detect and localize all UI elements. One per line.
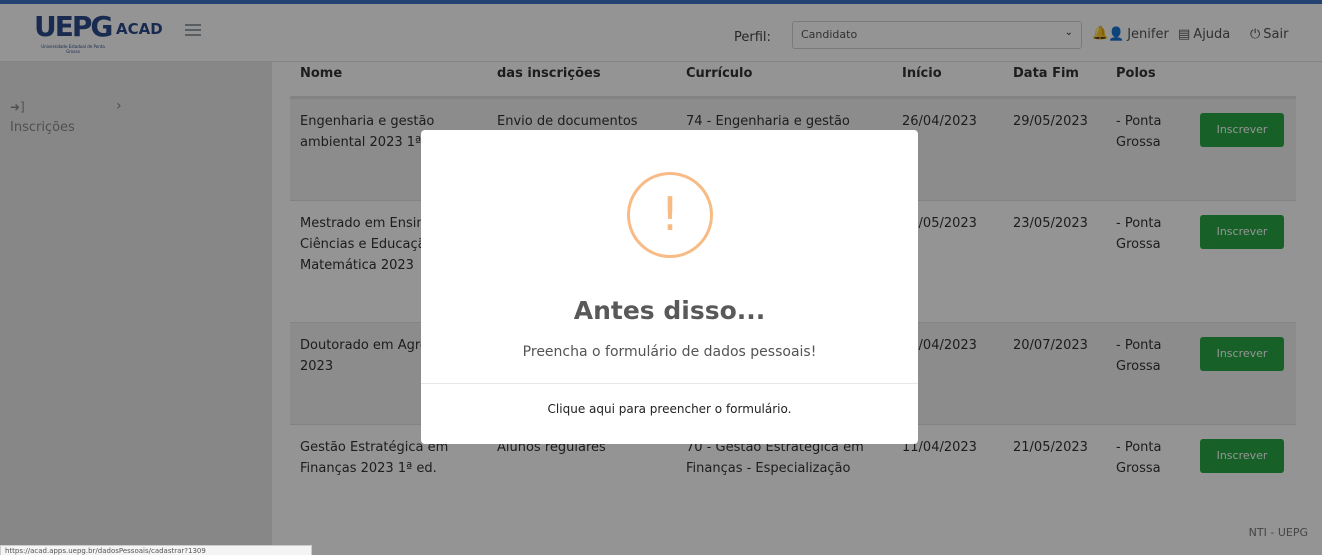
- warning-dialog: ! Antes disso... Preencha o formulário d…: [421, 130, 918, 444]
- warning-icon: !: [627, 172, 713, 258]
- dialog-divider: [421, 383, 918, 384]
- dialog-title: Antes disso...: [573, 296, 766, 325]
- dialog-message: Preencha o formulário de dados pessoais!: [522, 344, 817, 360]
- fill-form-link[interactable]: Clique aqui para preencher o formulário.: [421, 402, 918, 416]
- status-url-bar: https://acad.apps.uepg.br/dadosPessoais/…: [0, 545, 312, 555]
